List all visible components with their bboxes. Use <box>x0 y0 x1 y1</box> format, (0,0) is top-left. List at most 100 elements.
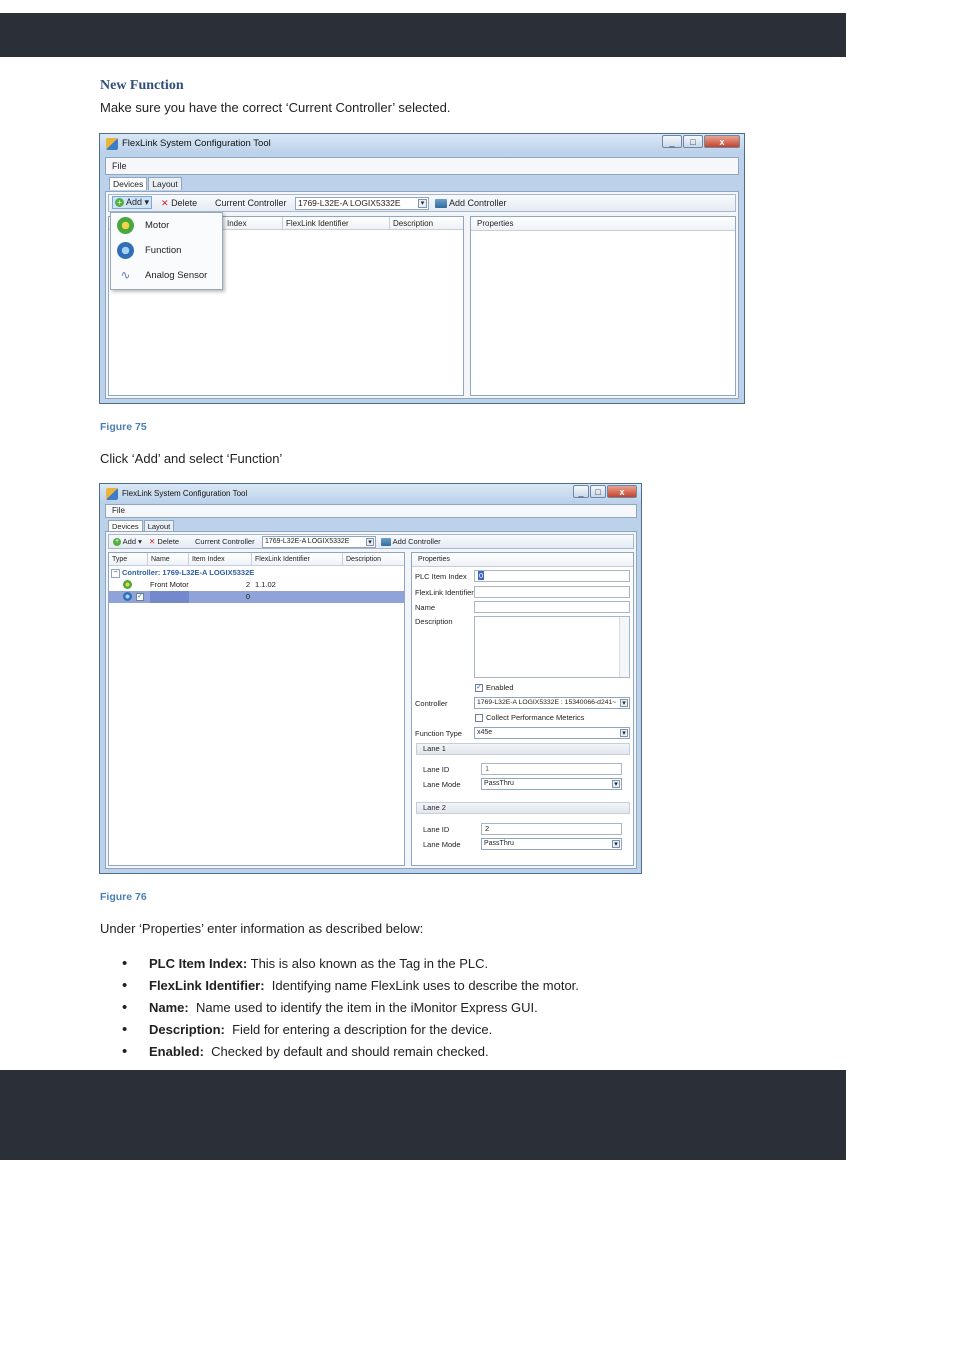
chevron-down-icon: ▾ <box>366 538 374 546</box>
function-icon <box>123 592 132 601</box>
column-flexlink-identifier[interactable]: FlexLink Identifier <box>283 217 390 230</box>
section-heading: New Function <box>100 78 184 93</box>
chevron-down-icon: ▾ <box>612 780 620 788</box>
plc-item-index-input[interactable]: 0 <box>474 570 630 582</box>
collapse-icon[interactable]: − <box>111 569 120 578</box>
enabled-label: Enabled <box>486 683 514 692</box>
controller-select[interactable]: 1769-L32E-A LOGIX5332E : 15340066-d241~ … <box>474 697 630 709</box>
table-row[interactable]: ✓ 0 <box>109 591 404 603</box>
list-item: Name: Name used to identify the item in … <box>100 999 800 1021</box>
app-icon <box>106 138 118 150</box>
current-controller-label: Current Controller <box>195 537 255 546</box>
plus-icon: + <box>115 198 124 208</box>
list-item: Description: Field for entering a descri… <box>100 1021 800 1043</box>
properties-header: Properties <box>412 553 633 567</box>
menu-bar: File <box>105 504 637 518</box>
list-item: FlexLink Identifier: Identifying name Fl… <box>100 977 800 999</box>
delete-button[interactable]: ✕ Delete <box>161 198 197 209</box>
controller-group-row[interactable]: − Controller: 1769-L32E-A LOGIX5332E <box>109 567 404 579</box>
name-label: Name <box>415 603 436 612</box>
lane2-id-label: Lane ID <box>423 825 450 834</box>
menu-item-analog-sensor[interactable]: ∿ Analog Sensor <box>111 263 222 288</box>
column-name[interactable]: Name <box>148 553 189 566</box>
menu-item-motor[interactable]: Motor <box>111 213 222 238</box>
close-button[interactable]: x <box>607 485 637 498</box>
column-item-index[interactable]: Item Index <box>189 553 252 566</box>
properties-intro: Under ‘Properties’ enter information as … <box>100 921 424 936</box>
column-type[interactable]: Type <box>109 553 148 566</box>
device-grid: Type Name Item Index FlexLink Identifier… <box>108 552 405 866</box>
enabled-checkbox[interactable]: ✓ <box>475 684 483 692</box>
title-bar: FlexLink System Configuration Tool _ □ x <box>100 134 744 154</box>
maximize-button[interactable]: □ <box>590 485 606 498</box>
chevron-down-icon: ▾ <box>620 729 628 737</box>
properties-header: Properties <box>471 217 735 231</box>
add-controller-button[interactable]: Add Controller <box>381 537 441 547</box>
figure75-caption: Figure 75 <box>100 421 147 433</box>
header-band <box>0 13 846 57</box>
column-flexlink-identifier[interactable]: FlexLink Identifier <box>252 553 343 566</box>
add-controller-button[interactable]: Add Controller <box>435 198 507 209</box>
chevron-down-icon: ▾ <box>620 699 628 707</box>
maximize-button[interactable]: □ <box>683 135 703 148</box>
function-type-label: Function Type <box>415 729 462 738</box>
delete-x-icon: ✕ <box>149 537 156 546</box>
window-title: FlexLink System Configuration Tool <box>122 138 271 149</box>
menu-item-function[interactable]: Function <box>111 238 222 263</box>
lane2-mode-select[interactable]: PassThru ▾ <box>481 838 622 850</box>
tab-devices[interactable]: Devices <box>109 177 148 190</box>
menu-file[interactable]: File <box>112 506 125 515</box>
controller-icon <box>381 538 391 547</box>
enabled-checkbox[interactable]: ✓ <box>136 593 144 601</box>
minimize-button[interactable]: _ <box>662 135 682 148</box>
add-button[interactable]: + Add ▾ <box>113 537 142 547</box>
add-dropdown-menu: Motor Function ∿ Analog Sensor <box>110 212 223 290</box>
chevron-down-icon: ▾ <box>612 840 620 848</box>
motor-icon <box>123 580 132 589</box>
lane2-id-input[interactable]: 2 <box>481 823 622 835</box>
flexlink-identifier-label: FlexLink Identifier <box>415 588 474 597</box>
current-controller-label: Current Controller <box>215 198 287 208</box>
current-controller-select[interactable]: 1769-L32E-A LOGIX5332E ▾ <box>295 197 429 210</box>
tab-layout[interactable]: Layout <box>148 177 182 190</box>
app-icon <box>106 488 118 500</box>
motor-icon <box>117 217 134 234</box>
window-title: FlexLink System Configuration Tool <box>122 489 248 498</box>
property-list: PLC Item Index: This is also known as th… <box>100 955 800 1065</box>
plc-item-index-label: PLC Item Index <box>415 572 467 581</box>
intro-text: Make sure you have the correct ‘Current … <box>100 100 451 115</box>
description-textarea[interactable] <box>474 616 630 678</box>
current-controller-select[interactable]: 1769-L32E-A LOGIX5332E ▾ <box>262 536 376 548</box>
delete-x-icon: ✕ <box>161 198 169 208</box>
function-icon <box>117 242 134 259</box>
minimize-button[interactable]: _ <box>573 485 589 498</box>
collect-metrics-label: Collect Performance Meterics <box>486 713 585 722</box>
toolbar: + Add ▾ ✕ Delete Current Controller 1769… <box>108 534 634 549</box>
close-button[interactable]: x <box>704 135 740 148</box>
lane2-mode-label: Lane Mode <box>423 840 461 849</box>
properties-pane: Properties PLC Item Index 0 FlexLink Ide… <box>411 552 634 866</box>
step-text: Click ‘Add’ and select ‘Function’ <box>100 451 283 466</box>
lane1-id-input[interactable]: 1 <box>481 763 622 775</box>
menu-file[interactable]: File <box>112 161 127 171</box>
column-description[interactable]: Description <box>390 217 463 230</box>
scrollbar[interactable] <box>619 617 629 677</box>
chevron-down-icon: ▾ <box>418 199 427 208</box>
lane1-section-header: Lane 1 <box>416 743 630 755</box>
add-button[interactable]: + Add ▾ <box>112 196 153 209</box>
footer-band <box>0 1070 846 1160</box>
description-label: Description <box>415 617 453 626</box>
flexlink-identifier-input[interactable] <box>474 586 630 598</box>
figure76-window: FlexLink System Configuration Tool _ □ x… <box>99 483 642 874</box>
properties-pane: Properties <box>470 216 736 396</box>
collect-metrics-checkbox[interactable] <box>475 714 483 722</box>
toolbar: + Add ▾ ✕ Delete Current Controller 1769… <box>108 194 736 212</box>
lane1-mode-select[interactable]: PassThru ▾ <box>481 778 622 790</box>
figure75-window: FlexLink System Configuration Tool _ □ x… <box>99 133 745 404</box>
function-type-select[interactable]: x45e ▾ <box>474 727 630 739</box>
controller-label: Controller <box>415 699 448 708</box>
lane2-section-header: Lane 2 <box>416 802 630 814</box>
delete-button[interactable]: ✕ Delete <box>149 537 179 546</box>
name-input[interactable] <box>474 601 630 613</box>
column-description[interactable]: Description <box>343 553 404 566</box>
